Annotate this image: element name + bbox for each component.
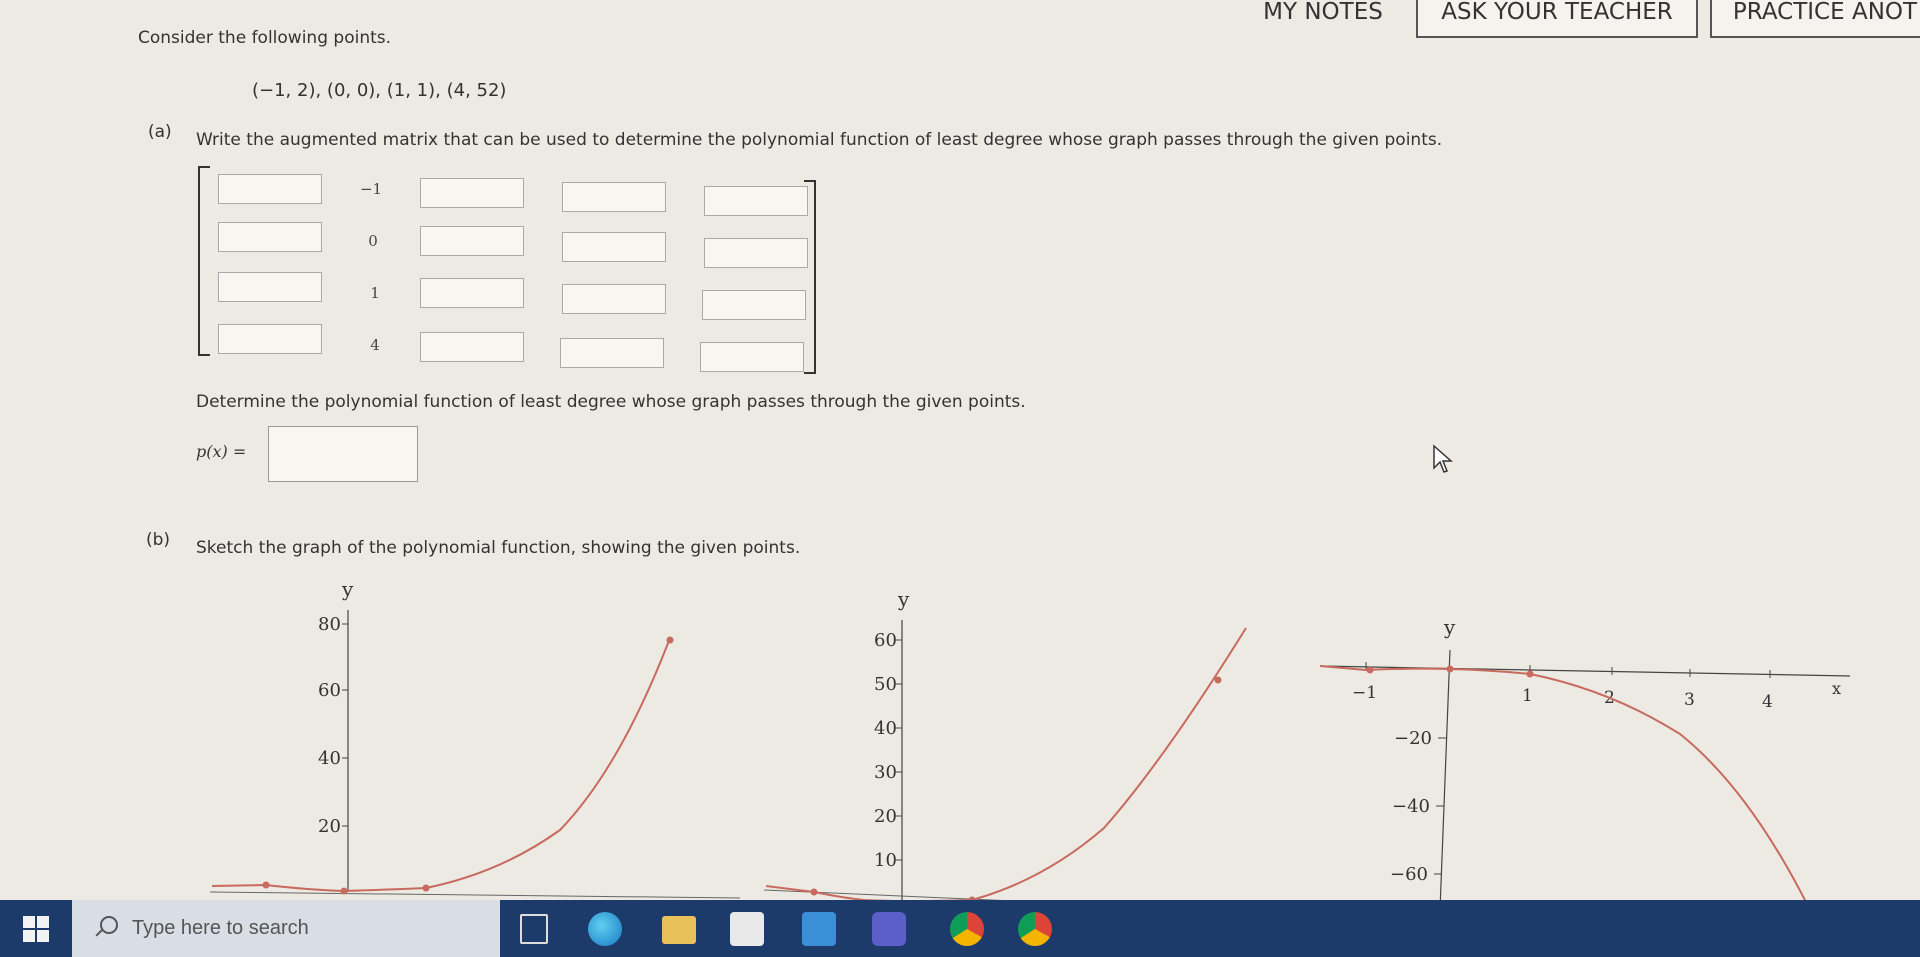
matrix-input-r1c1[interactable] bbox=[218, 174, 322, 204]
graph-1-ytick-80: 80 bbox=[318, 614, 341, 635]
matrix-input-r1c5[interactable] bbox=[704, 186, 808, 216]
file-explorer-icon[interactable] bbox=[662, 916, 696, 944]
matrix-input-r4c4[interactable] bbox=[560, 338, 664, 368]
part-b-text: Sketch the graph of the polynomial funct… bbox=[196, 538, 801, 558]
graph-option-3[interactable]: y x −1 1 2 3 4 −20 −40 −60 bbox=[1290, 610, 1880, 911]
graph-3-xtick-1: 1 bbox=[1522, 686, 1533, 706]
matrix-input-r1c3[interactable] bbox=[420, 178, 524, 208]
graph-1-point bbox=[422, 884, 430, 892]
practice-another-button[interactable]: PRACTICE ANOT bbox=[1710, 0, 1920, 38]
start-button[interactable] bbox=[0, 900, 72, 957]
graph-2-svg: y 60 50 40 30 20 10 x bbox=[763, 587, 1276, 916]
graph-1-svg: y 80 60 40 20 x bbox=[209, 577, 741, 912]
graph-3-xtick-neg1: −1 bbox=[1352, 683, 1377, 703]
matrix-value-r3: 1 bbox=[370, 284, 380, 302]
graph-3-svg: y x −1 1 2 3 4 −20 −40 −60 bbox=[1319, 615, 1851, 911]
graph-2-ytick-50: 50 bbox=[874, 674, 897, 695]
px-answer-input[interactable] bbox=[268, 426, 418, 482]
graph-3-point bbox=[1446, 665, 1454, 673]
my-notes-label: MY NOTES bbox=[1263, 0, 1383, 25]
graph-3-ytick-neg20: −20 bbox=[1394, 728, 1432, 749]
taskbar: Type here to search bbox=[0, 900, 1920, 957]
matrix-input-r4c3[interactable] bbox=[420, 332, 524, 362]
task-view-icon[interactable] bbox=[520, 914, 548, 944]
graph-option-2[interactable]: y 60 50 40 30 20 10 x bbox=[763, 580, 1284, 916]
matrix-input-r3c4[interactable] bbox=[562, 284, 666, 314]
ask-teacher-button[interactable]: ASK YOUR TEACHER bbox=[1416, 0, 1698, 38]
matrix-input-r2c5[interactable] bbox=[704, 238, 808, 268]
graph-3-xlabel: x bbox=[1832, 679, 1841, 698]
graph-1-curve bbox=[211, 637, 671, 893]
px-label: p(x) = bbox=[196, 442, 247, 461]
part-a-label: (a) bbox=[148, 122, 172, 142]
matrix-input-r4c1[interactable] bbox=[218, 324, 322, 354]
microsoft-store-icon[interactable] bbox=[730, 912, 764, 946]
matrix-input-r3c3[interactable] bbox=[420, 278, 524, 308]
matrix-input-r3c1[interactable] bbox=[218, 272, 322, 302]
matrix-input-r3c5[interactable] bbox=[702, 290, 806, 320]
graph-2-ytick-10: 10 bbox=[874, 850, 897, 871]
intro-text: Consider the following points. bbox=[138, 28, 392, 48]
points-text: (−1, 2), (0, 0), (1, 1), (4, 52) bbox=[252, 80, 507, 101]
graph-1-x-axis bbox=[209, 891, 741, 899]
matrix-input-r2c1[interactable] bbox=[218, 222, 322, 252]
matrix-value-r2: 0 bbox=[368, 232, 378, 250]
search-placeholder: Type here to search bbox=[132, 917, 309, 939]
matrix-input-r4c5[interactable] bbox=[700, 342, 804, 372]
search-icon bbox=[100, 916, 118, 934]
graph-3-xtick-4: 4 bbox=[1762, 692, 1773, 712]
matrix-input-r2c3[interactable] bbox=[420, 226, 524, 256]
matrix-value-r4: 4 bbox=[370, 336, 380, 354]
graph-1-point bbox=[340, 887, 348, 895]
graph-1-point bbox=[262, 881, 270, 889]
graph-2-point bbox=[1214, 676, 1222, 684]
graph-3-ytick-neg40: −40 bbox=[1392, 796, 1430, 817]
graph-2-ytick-60: 60 bbox=[874, 630, 897, 651]
ask-teacher-label: ASK YOUR TEACHER bbox=[1441, 0, 1673, 25]
graph-3-y-axis bbox=[1439, 649, 1451, 911]
matrix-input-r1c4[interactable] bbox=[562, 182, 666, 212]
graph-1-point bbox=[666, 636, 674, 644]
chrome-icon[interactable] bbox=[950, 912, 984, 946]
edge-browser-icon[interactable] bbox=[588, 912, 622, 946]
windows-logo-icon bbox=[23, 915, 49, 942]
graph-3-ylabel: y bbox=[1443, 615, 1456, 639]
graph-3-point bbox=[1366, 666, 1374, 674]
graph-2-ytick-40: 40 bbox=[874, 718, 897, 739]
graph-3-ytick-neg60: −60 bbox=[1390, 864, 1428, 885]
graph-2-point bbox=[810, 888, 818, 896]
page: MY NOTES ASK YOUR TEACHER PRACTICE ANOT … bbox=[0, 0, 1920, 916]
matrix-value-r1: −1 bbox=[359, 180, 383, 198]
graph-1-ytick-20: 20 bbox=[318, 816, 341, 837]
mail-icon[interactable] bbox=[802, 912, 836, 946]
graph-1-ytick-40: 40 bbox=[318, 748, 341, 769]
graph-1-ytick-60: 60 bbox=[318, 680, 341, 701]
teams-icon[interactable] bbox=[872, 912, 906, 946]
matrix-input-r2c4[interactable] bbox=[562, 232, 666, 262]
graph-2-ylabel: y bbox=[897, 587, 910, 611]
graph-2-ytick-30: 30 bbox=[874, 762, 897, 783]
matrix-left-bracket bbox=[198, 166, 210, 356]
graph-2-ytick-20: 20 bbox=[874, 806, 897, 827]
graph-option-1[interactable]: y 80 60 40 20 x bbox=[200, 568, 760, 912]
chrome-profile-icon[interactable] bbox=[1018, 912, 1052, 946]
graph-3-point bbox=[1526, 670, 1534, 678]
my-notes-button[interactable]: MY NOTES bbox=[1248, 0, 1398, 38]
graph-1-ylabel: y bbox=[341, 577, 354, 601]
part-b-label: (b) bbox=[146, 530, 171, 550]
graph-2-curve bbox=[765, 627, 1247, 902]
determine-text: Determine the polynomial function of lea… bbox=[196, 392, 1026, 412]
practice-another-label: PRACTICE ANOT bbox=[1732, 0, 1918, 25]
graph-3-xtick-3: 3 bbox=[1684, 690, 1695, 710]
part-a-text: Write the augmented matrix that can be u… bbox=[196, 130, 1443, 150]
mouse-cursor-icon bbox=[1433, 444, 1453, 473]
taskbar-search-input[interactable]: Type here to search bbox=[72, 900, 500, 957]
